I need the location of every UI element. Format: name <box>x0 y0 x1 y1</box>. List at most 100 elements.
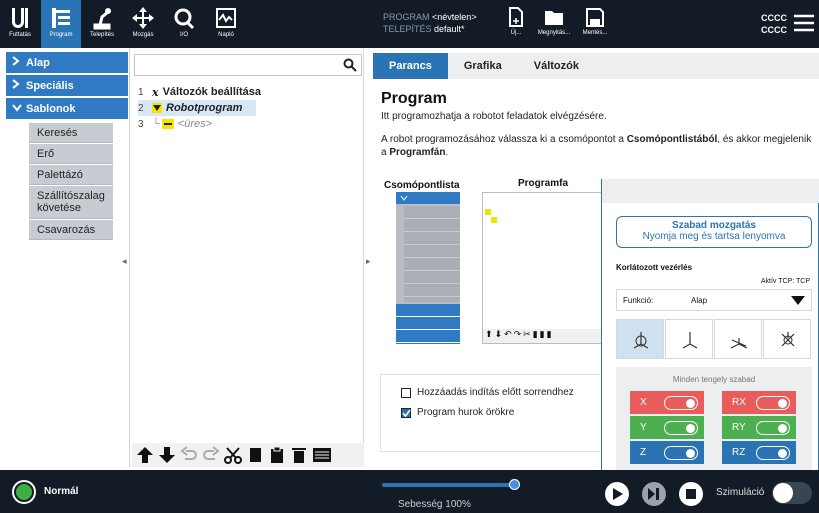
section-basic[interactable]: Alap <box>6 52 128 73</box>
stop-icon <box>686 489 696 499</box>
program-info: PROGRAM <névtelen> <box>383 12 477 22</box>
arrow-down-icon[interactable] <box>158 446 176 464</box>
rotation-icon <box>781 332 795 347</box>
open-button[interactable]: Megnyitás... <box>533 0 575 48</box>
option-loop-forever[interactable]: Program hurok örökre <box>401 407 514 418</box>
checkbox-checked-icon[interactable] <box>401 407 411 418</box>
mini-items <box>404 206 460 302</box>
mode-rotation-button[interactable] <box>763 319 811 359</box>
axis-ry-toggle[interactable]: RY <box>722 416 796 439</box>
template-palletizing[interactable]: Palettázó <box>29 165 113 185</box>
axis-rx-toggle[interactable]: RX <box>722 391 796 414</box>
mini-section <box>396 192 460 204</box>
tab-command[interactable]: Parancs <box>373 53 448 79</box>
function-value: Alap <box>691 296 708 305</box>
tab-bar: Parancs Grafika Változók <box>373 53 819 79</box>
all-axes-free-label: Minden tengely szabad <box>672 375 756 384</box>
axis-x-toggle[interactable]: X <box>630 391 704 414</box>
freedrive-button[interactable]: Szabad mozgatás Nyomja meg és tartsa len… <box>616 216 812 248</box>
install-label: TELEPÍTÉS <box>383 24 432 34</box>
program-help-text: A robot programozásához válassza ki a cs… <box>381 133 813 159</box>
power-status-button[interactable] <box>12 480 36 504</box>
collapse-handle[interactable]: ◂ <box>122 256 127 267</box>
checkbox-unchecked-icon[interactable] <box>401 387 411 398</box>
play-button[interactable] <box>605 482 629 506</box>
simulation-toggle[interactable] <box>772 482 812 504</box>
template-label: Palettázó <box>37 168 83 181</box>
speed-slider[interactable] <box>382 479 520 490</box>
option-add-before-start[interactable]: Hozzáadás indítás előtt sorrendhez <box>401 387 574 398</box>
active-tcp-label: Aktív TCP: TCP <box>760 278 810 285</box>
tab-graphics[interactable]: Grafika <box>448 53 518 79</box>
template-label: Erő <box>37 147 55 160</box>
nav-move-button[interactable]: Mozgás <box>123 0 163 48</box>
nav-log-label: Napló <box>218 32 234 38</box>
axis-y-toggle[interactable]: Y <box>630 416 704 439</box>
mode-translation-button[interactable] <box>665 319 713 359</box>
arrow-up-icon[interactable] <box>136 446 154 464</box>
template-conveyor[interactable]: Szállítószalag követése <box>29 186 113 219</box>
tree-item-robotprogram[interactable]: 2 Robotprogram <box>138 100 256 116</box>
new-file-button[interactable]: Új... <box>500 0 532 48</box>
tab-variables[interactable]: Változók <box>518 53 595 79</box>
redo-icon[interactable] <box>202 446 220 464</box>
copy-icon[interactable] <box>246 446 264 464</box>
step-button[interactable] <box>642 482 666 506</box>
template-search[interactable]: Keresés <box>29 123 113 143</box>
axis-label: X <box>640 397 647 408</box>
nav-io-button[interactable]: I/O <box>164 0 204 48</box>
section-templates[interactable]: Sablonok <box>6 98 128 119</box>
paste-icon[interactable] <box>268 446 286 464</box>
all-axes-icon <box>633 332 649 349</box>
nav-log-button[interactable]: Napló <box>206 0 246 48</box>
stop-button[interactable] <box>679 482 703 506</box>
toggle-switch[interactable] <box>756 446 790 460</box>
toggle-switch[interactable] <box>756 421 790 435</box>
mode-all-axes-button[interactable] <box>616 319 664 359</box>
page-title: Program <box>381 90 447 107</box>
delete-icon[interactable] <box>290 446 308 464</box>
user-line2: CCCC <box>761 25 787 35</box>
function-select[interactable]: Funkció: Alap <box>616 289 812 311</box>
tree-item-empty[interactable]: 3 └ <üres> <box>138 116 212 132</box>
user-line1: CCCC <box>761 13 787 23</box>
freedrive-button-title: Szabad mozgatás <box>672 220 756 231</box>
tree-search-field[interactable] <box>134 54 362 76</box>
speed-label: Sebesség 100% <box>398 499 471 510</box>
save-icon <box>586 8 604 27</box>
template-force[interactable]: Erő <box>29 144 113 164</box>
template-label: Szállítószalag követése <box>37 190 105 214</box>
template-screwing[interactable]: Csavarozás <box>29 220 113 240</box>
axis-rz-toggle[interactable]: RZ <box>722 441 796 464</box>
axis-z-toggle[interactable]: Z <box>630 441 704 464</box>
options-box: Hozzáadás indítás előtt sorrendhez Progr… <box>380 374 610 452</box>
save-label: Mentés... <box>582 30 608 36</box>
nav-program-button[interactable]: Program <box>41 0 81 48</box>
save-button[interactable]: Mentés... <box>578 0 612 48</box>
toggle-switch[interactable] <box>756 396 790 410</box>
search-icon <box>343 58 357 72</box>
toggle-knob <box>773 483 793 503</box>
freedrive-panel: Szabad mozgatás Nyomja meg és tartsa len… <box>601 179 819 488</box>
toggle-switch[interactable] <box>664 396 698 410</box>
program-label: PROGRAM <box>383 12 430 22</box>
nav-install-label: Telepítés <box>89 32 114 38</box>
toggle-switch[interactable] <box>664 421 698 435</box>
mode-plane-button[interactable] <box>714 319 762 359</box>
move-icon <box>132 7 154 29</box>
tree-item-variables[interactable]: 1 x Változók beállítása <box>138 84 261 100</box>
section-advanced[interactable]: Speciális <box>6 75 128 96</box>
tree-item-label: Változók beállítása <box>162 86 261 98</box>
axis-label: RZ <box>732 447 746 458</box>
nav-install-button[interactable]: Telepítés <box>82 0 122 48</box>
suppress-icon[interactable] <box>312 446 332 464</box>
toggle-switch[interactable] <box>664 446 698 460</box>
menu-button[interactable] <box>793 12 815 34</box>
nav-run-button[interactable]: Futtatás <box>0 0 40 48</box>
install-name: default* <box>434 24 465 34</box>
speed-slider-thumb[interactable] <box>509 479 520 490</box>
cut-icon[interactable] <box>224 446 242 464</box>
undo-icon[interactable] <box>180 446 198 464</box>
step-icon <box>648 488 659 500</box>
tree-item-number: 1 <box>138 86 144 98</box>
